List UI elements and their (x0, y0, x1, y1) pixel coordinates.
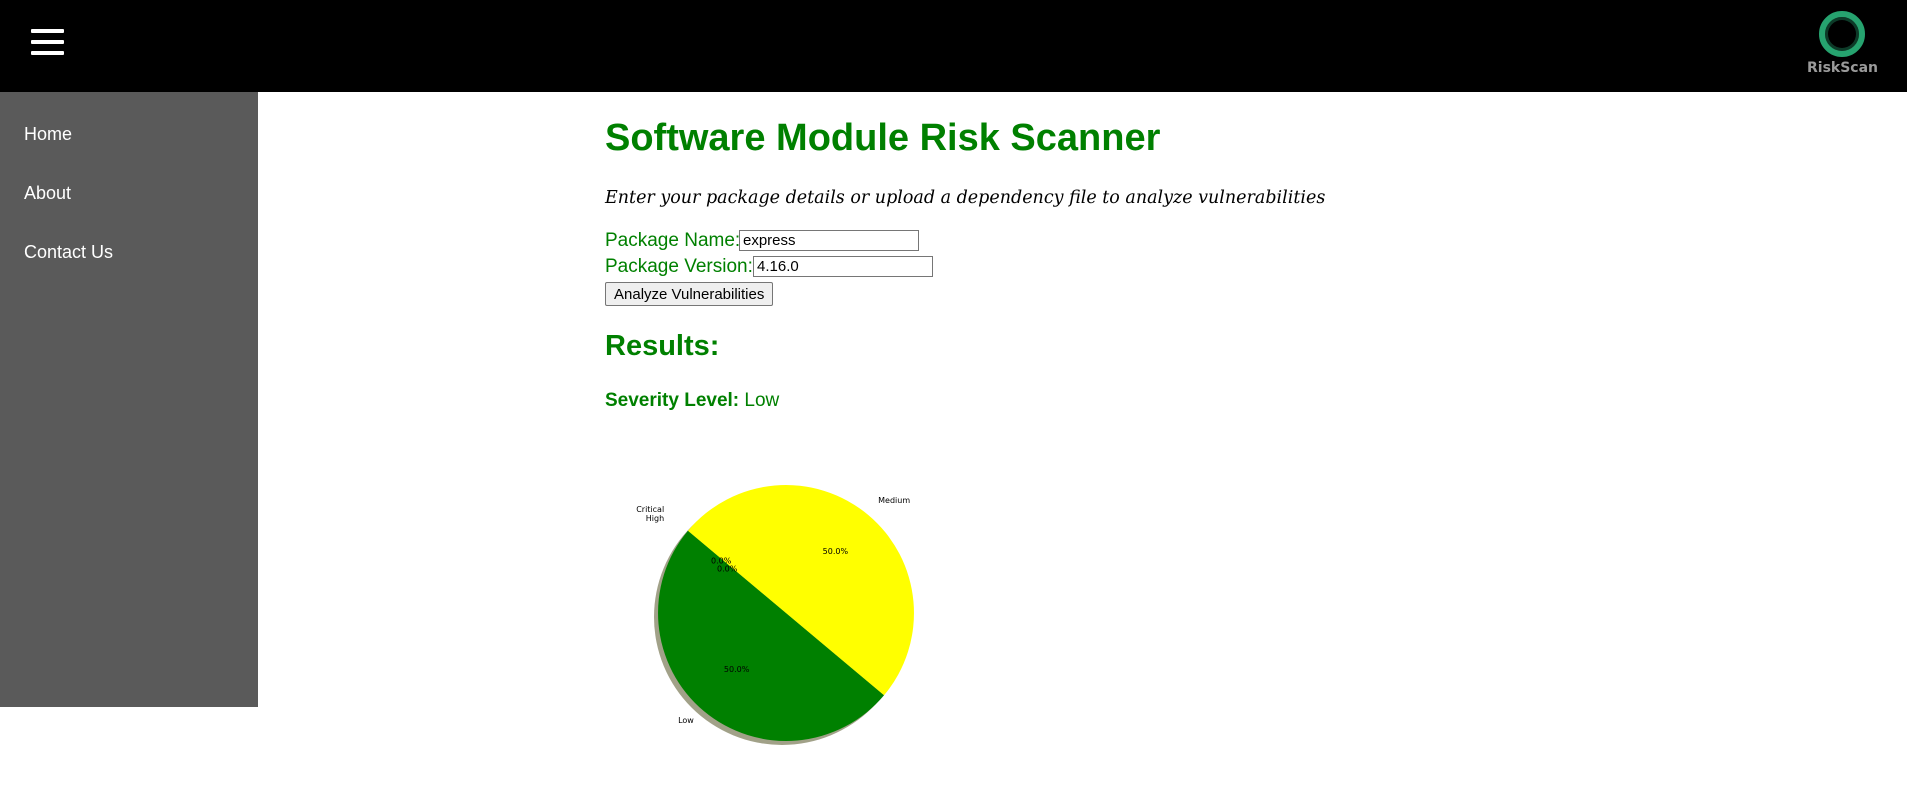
top-bar: RiskScan (0, 0, 1907, 92)
sidebar-item-about[interactable]: About (24, 183, 71, 204)
analyze-vulnerabilities-button[interactable]: Analyze Vulnerabilities (605, 282, 774, 306)
pie-label-low: Low (678, 716, 694, 725)
logo-text: RiskScan (1807, 60, 1879, 76)
sidebar-item-contact-us[interactable]: Contact Us (24, 242, 113, 263)
sidebar: Home About Contact Us (0, 92, 258, 707)
severity-label: Severity Level: (605, 390, 740, 411)
pie-pct-critical: 0.0% (711, 557, 732, 566)
severity-value: Low (744, 390, 780, 411)
pie-label-high: High (646, 514, 664, 523)
severity-level: Severity Level: Low (605, 390, 779, 412)
page-subtitle: Enter your package details or upload a d… (605, 188, 1326, 208)
package-version-label: Package Version: (605, 256, 753, 277)
pie-label-critical: Critical (636, 505, 664, 514)
pie-pct-medium: 50.0% (823, 547, 849, 556)
riskscan-logo[interactable]: RiskScan (1807, 11, 1879, 81)
pie-label-medium: Medium (878, 496, 910, 505)
sidebar-item-home[interactable]: Home (24, 124, 72, 145)
page-title: Software Module Risk Scanner (605, 117, 1161, 159)
logo-ring-icon (1819, 11, 1865, 57)
hamburger-menu-icon[interactable] (31, 29, 64, 56)
pie-pct-high: 0.0% (717, 565, 738, 574)
pie-pct-low: 50.0% (724, 665, 750, 674)
package-version-input[interactable] (753, 256, 933, 277)
results-heading: Results: (605, 330, 720, 362)
package-name-input[interactable] (739, 230, 919, 251)
severity-pie-chart: Low 50.0% Medium 50.0% High 0.0% Critical 0.0% (636, 485, 914, 745)
package-name-label: Package Name: (605, 230, 741, 251)
